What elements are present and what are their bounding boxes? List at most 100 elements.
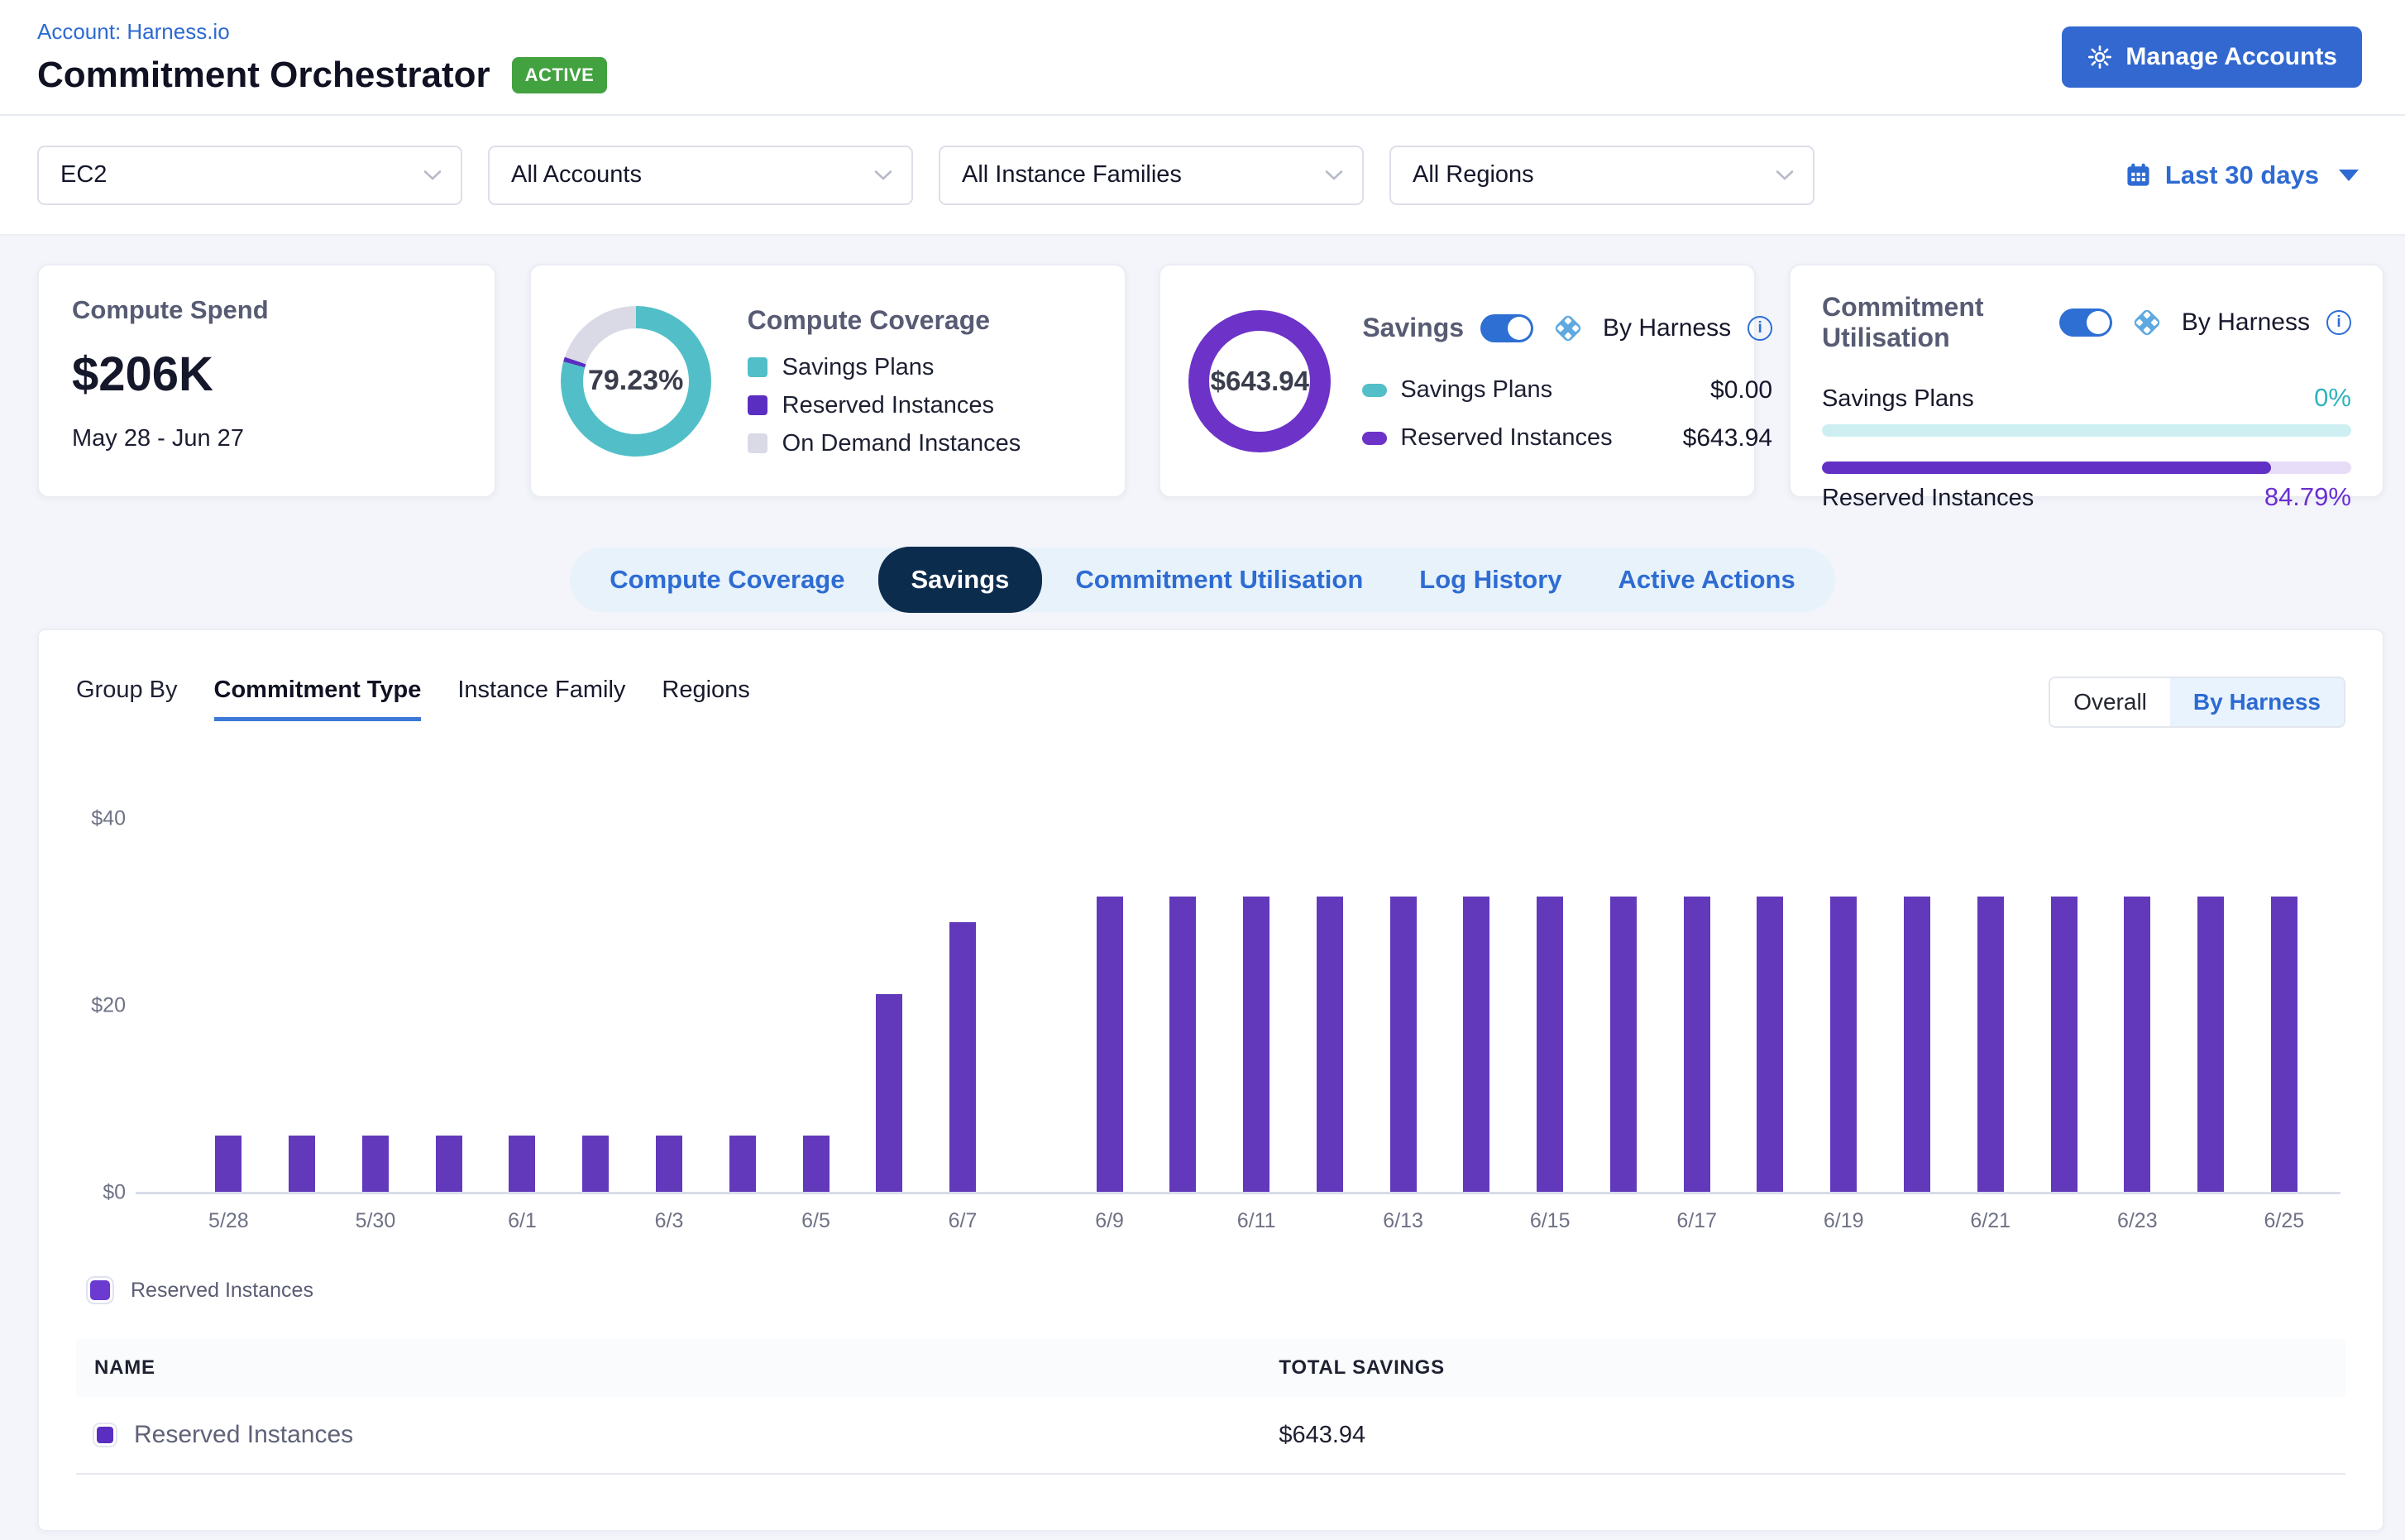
utilisation-progress-fill [1822,462,2271,474]
table-row[interactable]: Reserved Instances$643.94 [76,1397,2345,1475]
bar-6-19[interactable] [1830,897,1857,1193]
utilisation-row-label: Reserved Instances [1822,485,2034,512]
date-range-picker[interactable]: Last 30 days [2125,160,2359,190]
service-filter-value: EC2 [60,161,107,189]
bar-slot [412,819,485,1193]
chevron-down-icon [873,170,893,181]
bar-5-31[interactable] [436,1136,462,1193]
tab-compute-coverage[interactable]: Compute Coverage [581,565,873,595]
bar-6-25[interactable] [2271,897,2297,1193]
bar-6-12[interactable] [1317,897,1343,1193]
info-icon[interactable]: i [1748,316,1772,341]
savings-table-body: Reserved Instances$643.94 [76,1397,2345,1475]
status-badge: ACTIVE [512,57,608,93]
legend-item-label: Reserved Instances [782,392,994,419]
toggle-knob [1508,317,1531,340]
bar-6-17[interactable] [1684,897,1710,1193]
bar-6-6[interactable] [876,994,902,1193]
bar-6-7[interactable] [949,922,976,1193]
manage-accounts-button[interactable]: Manage Accounts [2062,26,2362,88]
tab-active-actions[interactable]: Active Actions [1590,565,1824,595]
bar-slot [633,819,706,1193]
main-tabs: Compute CoverageSavingsCommitment Utilis… [570,548,1834,612]
group-by-option-commitment-type[interactable]: Commitment Type [214,677,422,721]
bar-6-18[interactable] [1757,897,1783,1193]
bar-6-10[interactable] [1169,897,1196,1193]
bar-6-5[interactable] [803,1136,830,1193]
compute-coverage-title: Compute Coverage [748,305,1021,336]
bar-6-11[interactable] [1243,897,1269,1193]
bar-6-21[interactable] [1977,897,2004,1193]
bar-6-4[interactable] [729,1136,756,1193]
bar-6-1[interactable] [509,1136,535,1193]
by-harness-toggle[interactable] [2059,308,2112,337]
bar-slot [265,819,339,1193]
by-harness-toggle[interactable] [1480,314,1533,342]
instance-families-filter-select[interactable]: All Instance Families [939,146,1364,205]
bar-6-15[interactable] [1537,897,1563,1193]
bar-6-24[interactable] [2197,897,2224,1193]
regions-filter-select[interactable]: All Regions [1389,146,1815,205]
bar-slot [1220,819,1293,1193]
view-toggle-overall[interactable]: Overall [2050,678,2170,726]
savings-legend-rows: Savings Plans$0.00Reserved Instances$643… [1362,376,1772,452]
group-by-option-regions[interactable]: Regions [662,677,749,717]
legend-item-label: On Demand Instances [782,430,1021,457]
view-toggle-by-harness[interactable]: By Harness [2170,678,2344,726]
manage-accounts-label: Manage Accounts [2125,43,2337,71]
utilisation-row-reserved-instances: Reserved Instances 84.79% [1822,450,2351,512]
bar-6-14[interactable] [1463,897,1489,1193]
utilisation-row-value: 0% [2314,383,2351,413]
y-tick-label: $20 [91,994,126,1018]
coverage-legend-item-on-demand-instances: On Demand Instances [748,430,1021,457]
bar-slot [926,819,1000,1193]
compute-spend-card: Compute Spend $206K May 28 - Jun 27 [37,264,496,498]
savings-row-value: $643.94 [1683,424,1772,452]
bar-6-3[interactable] [656,1136,682,1193]
chevron-down-icon [1324,170,1344,181]
utilisation-row-value: 84.79% [2264,482,2351,512]
x-tick-label: 6/25 [2247,1209,2321,1233]
account-link[interactable]: Account: Harness.io [37,19,607,45]
bar-6-2[interactable] [582,1136,609,1193]
bar-5-28[interactable] [215,1136,241,1193]
legend-swatch [748,395,767,415]
tab-log-history[interactable]: Log History [1391,565,1590,595]
x-tick-label: 6/5 [779,1209,853,1233]
tab-commitment-utilisation[interactable]: Commitment Utilisation [1047,565,1391,595]
savings-row-label: Savings Plans [1400,376,1552,404]
panel-controls: Group By Commitment TypeInstance FamilyR… [76,677,2345,728]
bar-6-13[interactable] [1390,897,1417,1193]
x-tick-label: 6/3 [633,1209,706,1233]
group-by-option-instance-family[interactable]: Instance Family [457,677,625,717]
bar-slot [1953,819,2027,1193]
x-tick-label: 5/28 [192,1209,265,1233]
accounts-filter-select[interactable]: All Accounts [488,146,913,205]
x-tick-label [559,1209,633,1233]
coverage-legend-item-reserved-instances: Reserved Instances [748,392,1021,419]
legend-pill [1362,432,1387,445]
tab-savings[interactable]: Savings [878,547,1043,613]
service-filter-select[interactable]: EC2 [37,146,462,205]
utilisation-row-label: Savings Plans [1822,385,1974,413]
bar-6-22[interactable] [2051,897,2077,1193]
bar-slot [2027,819,2101,1193]
legend-pill [1362,384,1387,397]
savings-title: Savings [1362,313,1464,343]
legend-swatch [748,433,767,453]
info-icon[interactable]: i [2326,310,2351,335]
bar-6-20[interactable] [1904,897,1930,1193]
x-tick-label [2174,1209,2248,1233]
x-tick-label [1293,1209,1366,1233]
bar-6-16[interactable] [1610,897,1637,1193]
legend-chip [88,1278,112,1303]
bar-6-9[interactable] [1097,897,1123,1193]
bar-5-29[interactable] [289,1136,315,1193]
bar-5-30[interactable] [362,1136,389,1193]
utilisation-progress-bar [1822,462,2351,474]
bar-slot [1073,819,1146,1193]
utilisation-row-savings-plans: Savings Plans 0% [1822,383,2351,445]
x-tick-label: 6/17 [1660,1209,1733,1233]
header-left: Account: Harness.io Commitment Orchestra… [37,19,607,96]
bar-6-23[interactable] [2124,897,2150,1193]
